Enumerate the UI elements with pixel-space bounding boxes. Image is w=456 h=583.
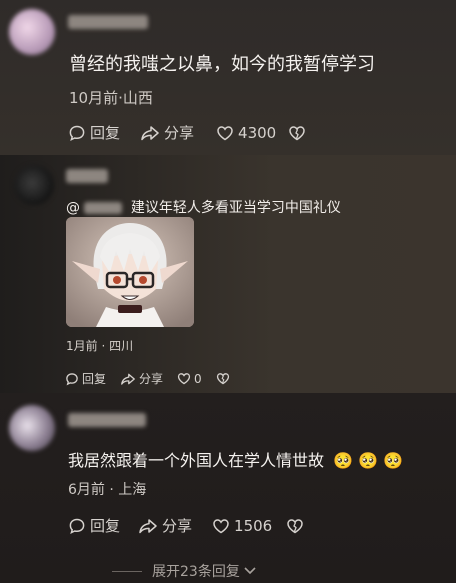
comment-3: 我居然跟着一个外国人在学人情世故 🥺 🥺 🥺 6月前 · 上海 回复 分享 15… [0, 393, 456, 583]
comment-text: 曾经的我嗤之以鼻，如今的我暂停学习 [69, 54, 375, 75]
mention-name-blurred[interactable] [84, 202, 123, 214]
chevron-down-icon [244, 567, 256, 575]
reply-label: 回复 [82, 372, 107, 386]
share-label: 分享 [139, 372, 164, 386]
reply-icon [69, 518, 85, 534]
share-label: 分享 [162, 517, 193, 535]
heart-icon [177, 373, 191, 385]
like-count: 0 [194, 371, 202, 386]
comment-1: 曾经的我嗤之以鼻，如今的我暂停学习 10月前·山西 回复 分享 4300 [0, 0, 456, 155]
expand-divider [112, 570, 142, 572]
heart-icon [213, 518, 229, 533]
like-count: 1506 [234, 516, 273, 535]
expand-replies-label: 展开23条回复 [152, 564, 240, 580]
comment-2: @ 建议年轻人多看亚当学习中国礼仪 1月前 · 四川 回复 分享 0 [0, 155, 456, 393]
like-button[interactable]: 1506 [212, 517, 272, 535]
comment-body: 我居然跟着一个外国人在学人情世故 [68, 451, 325, 470]
dislike-button[interactable] [288, 125, 306, 141]
username-blurred[interactable] [68, 413, 146, 427]
comment-meta: 1月前 · 四川 [66, 339, 134, 353]
action-bar: 回复 分享 1506 [68, 515, 304, 536]
share-icon [121, 373, 135, 385]
expand-replies-button[interactable]: 展开23条回复 [112, 561, 257, 581]
avatar[interactable] [9, 9, 55, 55]
share-icon [139, 518, 157, 533]
dislike-heart-icon [289, 125, 305, 140]
image-attachment[interactable] [66, 217, 194, 327]
reply-icon [69, 125, 85, 141]
anime-character-image [66, 217, 194, 327]
share-button[interactable]: 分享 [140, 122, 194, 143]
comment-meta: 10月前·山西 [69, 89, 153, 107]
reply-label: 回复 [90, 517, 121, 535]
share-button[interactable]: 分享 [120, 370, 163, 387]
username-blurred[interactable] [68, 15, 148, 29]
comment-body: 建议年轻人多看亚当学习中国礼仪 [130, 200, 341, 216]
username-blurred[interactable] [66, 169, 108, 183]
mention[interactable]: @ [66, 200, 80, 216]
avatar[interactable] [14, 165, 54, 205]
action-bar: 回复 分享 4300 [68, 122, 306, 143]
reply-button[interactable]: 回复 [68, 122, 120, 143]
reply-label: 回复 [90, 124, 121, 142]
like-button[interactable]: 4300 [216, 124, 276, 142]
reply-icon [66, 372, 78, 385]
like-count: 4300 [238, 123, 277, 142]
share-icon [141, 125, 159, 140]
like-button[interactable]: 0 [177, 372, 202, 386]
dislike-button[interactable] [286, 518, 304, 534]
dislike-heart-icon [216, 373, 229, 385]
heart-icon [217, 125, 233, 140]
reply-button[interactable]: 回复 [65, 370, 106, 387]
comment-text: @ 建议年轻人多看亚当学习中国礼仪 [66, 197, 341, 217]
dislike-heart-icon [287, 518, 303, 533]
share-label: 分享 [164, 124, 195, 142]
dislike-button[interactable] [216, 372, 230, 385]
share-button[interactable]: 分享 [138, 515, 192, 536]
action-bar: 回复 分享 0 [65, 370, 230, 387]
comment-meta: 6月前 · 上海 [68, 482, 147, 498]
comment-text: 我居然跟着一个外国人在学人情世故 🥺 🥺 🥺 [68, 447, 403, 471]
avatar[interactable] [9, 405, 55, 451]
reply-button[interactable]: 回复 [68, 515, 120, 536]
pleading-face-emoji: 🥺 🥺 🥺 [333, 451, 404, 470]
